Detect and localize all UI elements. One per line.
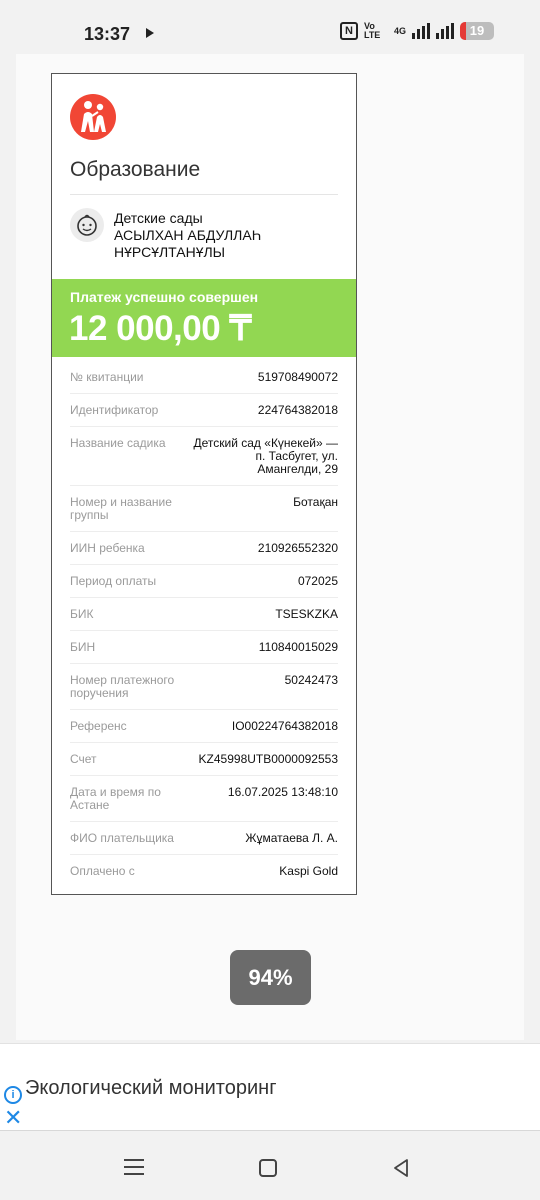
receipt-row-label: Дата и время по Астане <box>70 785 161 812</box>
receipt-row: БИН 110840015029 <box>70 631 338 664</box>
receipt-row-value: 210926552320 <box>257 541 338 555</box>
ad-banner[interactable]: i ✕ Экологический мониторинг <box>0 1043 540 1131</box>
receipt-row-label: Название садика <box>70 436 166 450</box>
payment-status: Платеж успешно совершен <box>70 289 259 305</box>
zoom-level-toast: 94% <box>230 950 311 1005</box>
receipt-row: Дата и время по Астане 16.07.2025 13:48:1… <box>70 776 338 822</box>
menu-icon[interactable] <box>124 1159 144 1177</box>
nfc-icon: N <box>339 22 358 40</box>
receipt-row-label: БИК <box>70 607 94 621</box>
receipt-row-label: ИИН ребенка <box>70 541 145 555</box>
receipt-row-value: IO00224764382018 <box>231 719 338 733</box>
receipt-row-value: Ботақан <box>293 495 338 509</box>
child-face-icon <box>70 208 104 242</box>
receipt-row-value: 519708490072 <box>257 370 338 384</box>
receipt-row-label: № квитанции <box>70 370 144 384</box>
receipt-details: № квитанции 519708490072 Идентификатор 2247… <box>70 361 338 888</box>
provider-line: Детские сады <box>114 210 203 226</box>
receipt-row: Счет KZ45998UTB0000092553 <box>70 743 338 776</box>
receipt-row-label: Номер и название группы <box>70 495 172 522</box>
receipt-row-label: БИН <box>70 640 96 654</box>
volte-indicator: Vo LTE <box>363 21 381 40</box>
play-icon <box>146 28 154 38</box>
receipt-row-value: TSESKZKA <box>275 607 338 621</box>
receipt-row-label: Счет <box>70 752 97 766</box>
payment-success-banner: Платеж успешно совершен 12 000,00 ₸ <box>52 279 356 357</box>
receipt-row: Период оплаты 072025 <box>70 565 338 598</box>
receipt-row-value: 072025 <box>297 574 338 588</box>
receipt-row-label: Период оплаты <box>70 574 157 588</box>
provider-line: НҰРСҰЛТАНҰЛЫ <box>114 244 226 260</box>
receipt-row-label: Оплачено с <box>70 864 135 878</box>
status-icons: N Vo LTE 4G 19 <box>339 21 494 40</box>
receipt-card: Образование Детские сады АСЫЛХАН АБДУЛЛА… <box>51 73 357 895</box>
receipt-row-value: Kaspi Gold <box>279 864 338 878</box>
receipt-row: Оплачено с Kaspi Gold <box>70 855 338 888</box>
receipt-row-value: Жұматаева Л. А. <box>245 831 338 845</box>
receipt-row-value: 224764382018 <box>257 403 338 417</box>
receipt-row: ИИН ребенка 210926552320 <box>70 532 338 565</box>
battery-icon: 19 <box>460 22 494 40</box>
person-logo-icon <box>70 94 116 140</box>
info-icon[interactable]: i <box>4 1086 22 1104</box>
signal-icon <box>412 23 430 39</box>
receipt-row: Номер и название группы Ботақан <box>70 486 338 532</box>
receipt-row: ФИО плательщика Жұматаева Л. А. <box>70 822 338 855</box>
status-bar: 13:37 N Vo LTE 4G 19 <box>0 0 540 54</box>
receipt-row-label: ФИО плательщика <box>70 831 174 845</box>
receipt-row: Название садика Детский сад «Күнекей» — п… <box>70 427 338 486</box>
status-time: 13:37 <box>84 24 131 44</box>
network-type: 4G <box>393 26 406 36</box>
payment-category: Образование <box>70 158 201 181</box>
receipt-row: БИК TSESKZKA <box>70 598 338 631</box>
receipt-row-label: Номер платежного поручения <box>70 673 175 700</box>
ad-text[interactable]: Экологический мониторинг <box>25 1077 277 1100</box>
receipt-row: Референс IO00224764382018 <box>70 710 338 743</box>
receipt-row-value: 50242473 <box>284 673 338 687</box>
provider-line: АСЫЛХАН АБДУЛЛАҺ <box>114 227 262 243</box>
signal-icon-2 <box>436 23 454 39</box>
navigation-bar <box>0 1132 540 1200</box>
provider-name: Детские сады АСЫЛХАН АБДУЛЛАҺ НҰРСҰЛТАНҰ… <box>114 210 261 261</box>
payment-amount: 12 000,00 ₸ <box>69 309 252 348</box>
receipt-row-value: 16.07.2025 13:48:10 <box>227 785 338 799</box>
receipt-row-value: KZ45998UTB0000092553 <box>198 752 338 766</box>
close-icon[interactable]: ✕ <box>4 1107 22 1129</box>
receipt-row-value: 110840015029 <box>258 640 338 654</box>
receipt-row: Номер платежного поручения 50242473 <box>70 664 338 710</box>
home-icon[interactable] <box>259 1159 277 1177</box>
divider <box>70 194 338 195</box>
receipt-row-label: Референс <box>70 719 127 733</box>
receipt-row: № квитанции 519708490072 <box>70 361 338 394</box>
receipt-row-value: Детский сад «Күнекей» — п. Тасбугет, ул.… <box>193 436 339 476</box>
receipt-row: Идентификатор 224764382018 <box>70 394 338 427</box>
receipt-row-label: Идентификатор <box>70 403 159 417</box>
back-icon[interactable] <box>391 1158 411 1178</box>
battery-percent: 19 <box>469 23 485 38</box>
